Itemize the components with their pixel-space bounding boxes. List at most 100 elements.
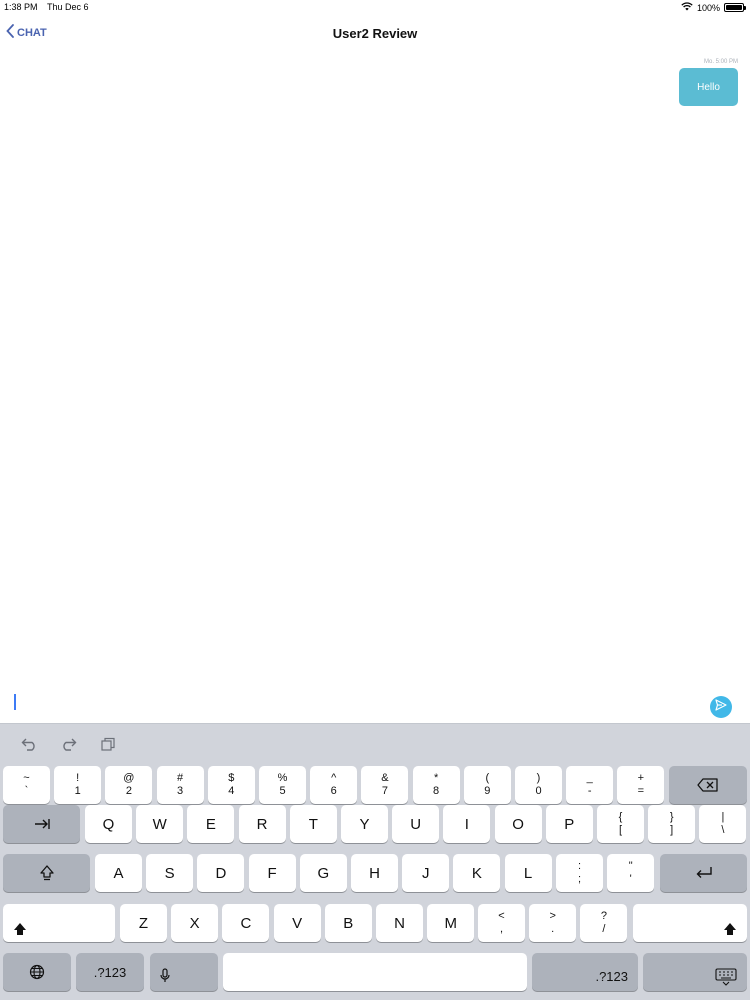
key-d[interactable]: D	[197, 854, 245, 892]
key-shift-glyph: |	[721, 811, 725, 823]
key-symbol-1[interactable]: }]	[648, 805, 696, 843]
key-label: Y	[359, 815, 370, 833]
key-5[interactable]: % 5	[259, 766, 306, 804]
key-symbol-row3-1[interactable]: " '	[607, 854, 655, 892]
key-symbol-0[interactable]: {[	[597, 805, 644, 843]
undo-icon[interactable]	[19, 734, 41, 754]
key-v[interactable]: V	[273, 904, 321, 942]
key-m[interactable]: M	[427, 904, 475, 942]
status-bar: 1:38 PM Thu Dec 6 100%	[0, 0, 750, 14]
key-symbol-row3-0[interactable]: :;	[556, 854, 603, 892]
numeric-key-right-label: .?123	[595, 969, 628, 984]
key-b[interactable]: B	[324, 904, 372, 942]
key-f[interactable]: F	[248, 854, 296, 892]
key-shift-glyph: $	[228, 772, 235, 784]
key-label: P	[564, 815, 575, 833]
space-bar[interactable]	[223, 953, 527, 991]
key-6[interactable]: ^ 6	[310, 766, 358, 804]
key-label: I	[464, 815, 469, 833]
key-shift-glyph: >	[549, 910, 556, 922]
key-glyph: =	[637, 785, 645, 797]
key-=[interactable]: + =	[617, 766, 665, 804]
key-glyph: 5	[279, 785, 286, 797]
key-w[interactable]: W	[136, 805, 184, 843]
key-o[interactable]: O	[494, 805, 542, 843]
key-p[interactable]: P	[545, 805, 593, 843]
key-label: J	[421, 864, 430, 882]
globe-key[interactable]	[3, 953, 71, 991]
delete-key[interactable]	[669, 766, 747, 804]
key-label: G	[317, 864, 330, 882]
key-4[interactable]: $4	[207, 766, 255, 804]
key-glyph: \	[721, 824, 725, 836]
key-label: M	[444, 914, 457, 932]
key-symbol-row4-0[interactable]: <,	[478, 904, 525, 942]
delete-icon	[697, 778, 719, 792]
dismiss-keyboard-key[interactable]	[643, 953, 747, 991]
key-glyph: 3	[177, 785, 184, 797]
key-0[interactable]: ) 0	[515, 766, 562, 804]
key-glyph: 9	[484, 785, 491, 797]
key-3[interactable]: #3	[156, 766, 204, 804]
shift-key-left[interactable]	[3, 904, 115, 942]
shift-key-right[interactable]	[633, 904, 747, 942]
key-i[interactable]: I	[443, 805, 491, 843]
key-glyph: -	[587, 785, 592, 797]
key-shift-glyph: <	[498, 910, 505, 922]
key-e[interactable]: E	[187, 805, 235, 843]
key-t[interactable]: T	[289, 805, 337, 843]
dictation-key[interactable]	[150, 953, 218, 991]
key-z[interactable]: Z	[120, 904, 167, 942]
return-key[interactable]	[660, 854, 747, 892]
tab-key[interactable]	[3, 805, 80, 843]
key-k[interactable]: K	[453, 854, 501, 892]
key-symbol-row4-2[interactable]: ? /	[580, 904, 628, 942]
key-label: S	[164, 864, 175, 882]
paste-icon[interactable]	[97, 734, 119, 754]
key-x[interactable]: X	[171, 904, 219, 942]
caps-lock-icon	[39, 865, 54, 881]
key-label: O	[512, 815, 524, 833]
key-shift-glyph: {	[618, 811, 623, 823]
wifi-icon	[681, 2, 693, 13]
numeric-key-right[interactable]: .?123	[532, 953, 638, 991]
key-g[interactable]: G	[299, 854, 347, 892]
key-h[interactable]: H	[351, 854, 398, 892]
key-`[interactable]: ~ `	[3, 766, 50, 804]
key-j[interactable]: J	[402, 854, 450, 892]
message-input-caret[interactable]	[14, 694, 16, 710]
shortcut-bar	[0, 724, 750, 764]
key-s[interactable]: S	[146, 854, 194, 892]
key-label: R	[256, 815, 268, 833]
key--[interactable]: _ -	[566, 766, 614, 804]
send-button[interactable]	[710, 696, 732, 718]
key-2[interactable]: @2	[105, 766, 153, 804]
shift-icon	[13, 922, 27, 936]
key-glyph: `	[24, 785, 29, 797]
key-7[interactable]: & 7	[361, 766, 409, 804]
key-symbol-row4-1[interactable]: >.	[529, 904, 577, 942]
key-glyph: [	[618, 824, 623, 836]
numeric-key-left[interactable]: .?123	[76, 953, 144, 991]
key-n[interactable]: N	[376, 904, 423, 942]
key-label: K	[471, 864, 482, 882]
key-a[interactable]: A	[95, 854, 142, 892]
key-u[interactable]: U	[392, 805, 440, 843]
key-label: A	[113, 864, 124, 882]
key-label: N	[394, 914, 405, 932]
key-y[interactable]: Y	[341, 805, 388, 843]
key-8[interactable]: * 8	[412, 766, 460, 804]
key-c[interactable]: C	[222, 904, 270, 942]
keyboard: .?123 .?123 ~ `! 1 @2 #3 $4% 5 ^ 6 & 7 * 8(9) 0 _ - + = Q W…	[0, 723, 750, 1000]
key-shift-glyph: @	[123, 772, 135, 784]
key-r[interactable]: R	[238, 805, 286, 843]
redo-icon[interactable]	[57, 734, 79, 754]
key-q[interactable]: Q	[85, 805, 132, 843]
caps-lock-key[interactable]	[3, 854, 90, 892]
key-1[interactable]: ! 1	[54, 766, 102, 804]
key-label: D	[215, 864, 227, 882]
key-symbol-2[interactable]: | \	[699, 805, 747, 843]
key-9[interactable]: (9	[463, 766, 511, 804]
key-shift-glyph: *	[433, 772, 439, 784]
key-l[interactable]: L	[504, 854, 552, 892]
